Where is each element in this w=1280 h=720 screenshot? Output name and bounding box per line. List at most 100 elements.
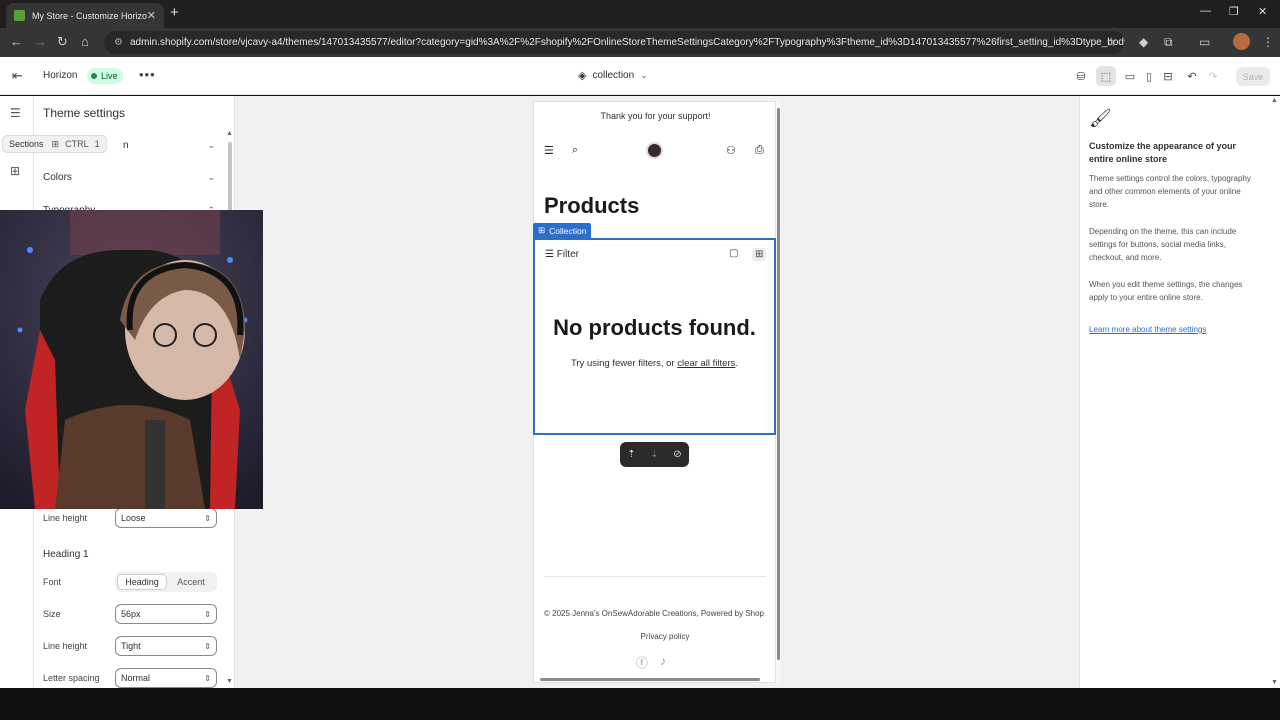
body-line-height-row: Line height Loose ⇕ <box>43 508 217 528</box>
browser-menu-icon[interactable]: ⋮ <box>1262 35 1274 49</box>
info-heading: Customize the appearance of your entire … <box>1089 141 1237 164</box>
back-icon[interactable]: ← <box>10 34 23 49</box>
try-text: Try using fewer filters, or <box>570 358 678 369</box>
taskbar <box>0 688 1280 720</box>
filter-icon: ☰ <box>545 249 554 260</box>
heading-size-row: Size 56px ⇕ <box>43 604 217 624</box>
grid-view-icon[interactable]: ⊞ <box>752 248 767 261</box>
editor-top-bar: ⇤ Horizon Live ••• ◈ collection ⌄ ⛁ ⬚ ▭ … <box>0 57 1280 95</box>
clear-filters-link[interactable]: clear all filters <box>677 358 735 369</box>
account-icon[interactable]: ⚇ <box>726 144 736 157</box>
updown-icon: ⇕ <box>204 673 211 683</box>
inspector-icon[interactable]: ⬚ <box>1096 66 1116 86</box>
browser-tab[interactable]: My Store - Customize Horizon ✕ <box>6 3 164 28</box>
store-stack-icon[interactable]: ⛁ <box>1071 66 1091 86</box>
extension-icon[interactable]: ◆ <box>1139 35 1148 49</box>
apps-icon[interactable]: ⊞ <box>10 164 20 178</box>
right-scroll-up-icon[interactable]: ▲ <box>1271 97 1278 104</box>
hide-icon[interactable]: ⊘ <box>673 449 681 460</box>
mobile-preview-icon[interactable]: ▯ <box>1139 66 1159 86</box>
more-actions-button[interactable]: ••• <box>139 67 156 82</box>
sections-icon[interactable]: ☰ <box>10 106 21 120</box>
right-scroll-down-icon[interactable]: ▼ <box>1271 679 1278 686</box>
search-icon[interactable]: ⌕ <box>572 144 578 157</box>
browser-tab-bar: My Store - Customize Horizon ✕ + — ❐ ✕ <box>0 0 1280 28</box>
heading-line-height-label: Line height <box>43 641 88 651</box>
letter-spacing-label: Letter spacing <box>43 673 100 683</box>
try-end: . <box>735 358 738 369</box>
preview-horizontal-scrollbar[interactable] <box>540 678 760 681</box>
live-label: Live <box>101 71 118 81</box>
reload-icon[interactable]: ↻ <box>57 34 68 50</box>
facebook-icon[interactable]: ⓕ <box>636 654 648 671</box>
store-logo[interactable] <box>646 142 663 159</box>
learn-more-link[interactable]: Learn more about theme settings <box>1089 325 1206 334</box>
profile-avatar[interactable] <box>1233 33 1250 50</box>
tiktok-icon[interactable]: ♪ <box>660 654 666 668</box>
minimize-button[interactable]: — <box>1200 5 1211 17</box>
desktop-preview-icon[interactable]: ▭ <box>1120 66 1140 86</box>
cart-icon[interactable]: ⎙ <box>755 144 764 157</box>
home-icon[interactable]: ⌂ <box>81 34 89 49</box>
filter-button[interactable]: ☰ Filter <box>545 249 579 260</box>
new-tab-button[interactable]: + <box>170 4 179 21</box>
font-option-accent[interactable]: Accent <box>167 574 215 590</box>
scroll-up-icon[interactable]: ▲ <box>226 130 233 137</box>
tooltip-shortcut: ⊞ CTRL 1 <box>51 138 100 149</box>
live-badge: Live <box>87 68 123 84</box>
preview-scrollbar-thumb[interactable] <box>777 108 780 660</box>
filter-label: Filter <box>556 249 579 260</box>
restore-button[interactable]: ❐ <box>1229 5 1239 18</box>
chevron-down-icon: ⌄ <box>207 140 215 150</box>
browser-address-bar: ← → ↻ ⌂ ⚙ admin.shopify.com/store/vjcavy… <box>0 28 1280 57</box>
move-up-icon[interactable]: ⇡ <box>627 449 635 460</box>
shopify-favicon-icon <box>14 10 25 21</box>
section-grid-icon: ⊞ <box>538 225 546 235</box>
chevron-down-icon: ⌄ <box>207 172 215 182</box>
letter-spacing-select[interactable]: Normal ⇕ <box>115 668 217 688</box>
empty-state-title: No products found. <box>553 315 756 340</box>
scroll-down-icon[interactable]: ▼ <box>226 678 233 685</box>
extensions-puzzle-icon[interactable]: ⧉ <box>1164 35 1173 50</box>
url-text: admin.shopify.com/store/vjcavy-a4/themes… <box>129 37 1125 48</box>
sidebar-icon[interactable]: ▭ <box>1199 35 1210 49</box>
footer-divider <box>544 576 766 577</box>
colors-label: Colors <box>43 172 72 183</box>
line-height-select[interactable]: Loose ⇕ <box>115 508 217 528</box>
collection-section[interactable]: ☰ Filter ▢ ⊞ No products found. Try usin… <box>533 238 776 435</box>
privacy-link[interactable]: Privacy policy <box>534 632 775 641</box>
full-view-icon[interactable]: ⊟ <box>1158 66 1178 86</box>
heading-line-height-select[interactable]: Tight ⇕ <box>115 636 217 656</box>
font-segmented-control: Heading Accent <box>115 572 217 592</box>
section-floating-toolbar: ⇡ ⇣ ⊘ <box>620 442 689 467</box>
letter-spacing-row: Letter spacing Normal ⇕ <box>43 668 217 688</box>
info-panel: 🖌 Customize the appearance of your entir… <box>1079 96 1280 688</box>
info-paragraph-3: When you edit theme settings, the change… <box>1089 280 1243 302</box>
tab-close-icon[interactable]: ✕ <box>147 9 156 22</box>
heading-font-row: Font Heading Accent <box>43 572 217 592</box>
font-label: Font <box>43 577 62 587</box>
redo-icon[interactable]: ↷ <box>1203 66 1223 86</box>
copyright-text: © 2025 Jenna's OnSewAdorable Creations, … <box>544 609 764 618</box>
bookmark-star-icon[interactable]: ☆ <box>1106 35 1117 49</box>
exit-icon[interactable]: ⇤ <box>12 68 23 84</box>
single-view-icon[interactable]: ▢ <box>729 248 738 259</box>
window-close-button[interactable]: ✕ <box>1258 5 1267 18</box>
tag-icon: ◈ <box>578 70 587 82</box>
forward-icon[interactable]: → <box>34 34 47 49</box>
menu-icon[interactable]: ☰ <box>544 144 554 157</box>
size-label: Size <box>43 609 61 619</box>
empty-state-message: Try using fewer filters, or clear all fi… <box>535 358 774 369</box>
save-button[interactable]: Save <box>1236 67 1270 86</box>
font-option-heading[interactable]: Heading <box>117 574 167 590</box>
move-down-icon[interactable]: ⇣ <box>650 449 658 460</box>
size-select[interactable]: 56px ⇕ <box>115 604 217 624</box>
section-tag-label: Collection <box>549 225 587 236</box>
undo-icon[interactable]: ↶ <box>1182 66 1202 86</box>
url-field[interactable]: ⚙ admin.shopify.com/store/vjcavy-a4/them… <box>104 31 1125 54</box>
site-info-icon[interactable]: ⚙ <box>114 37 123 48</box>
template-selector[interactable]: ◈ collection ⌄ <box>578 69 648 82</box>
collection-section-tag[interactable]: ⊞ Collection <box>533 223 592 238</box>
updown-icon: ⇕ <box>204 641 211 651</box>
accordion-colors[interactable]: Colors ⌄ <box>43 172 215 183</box>
